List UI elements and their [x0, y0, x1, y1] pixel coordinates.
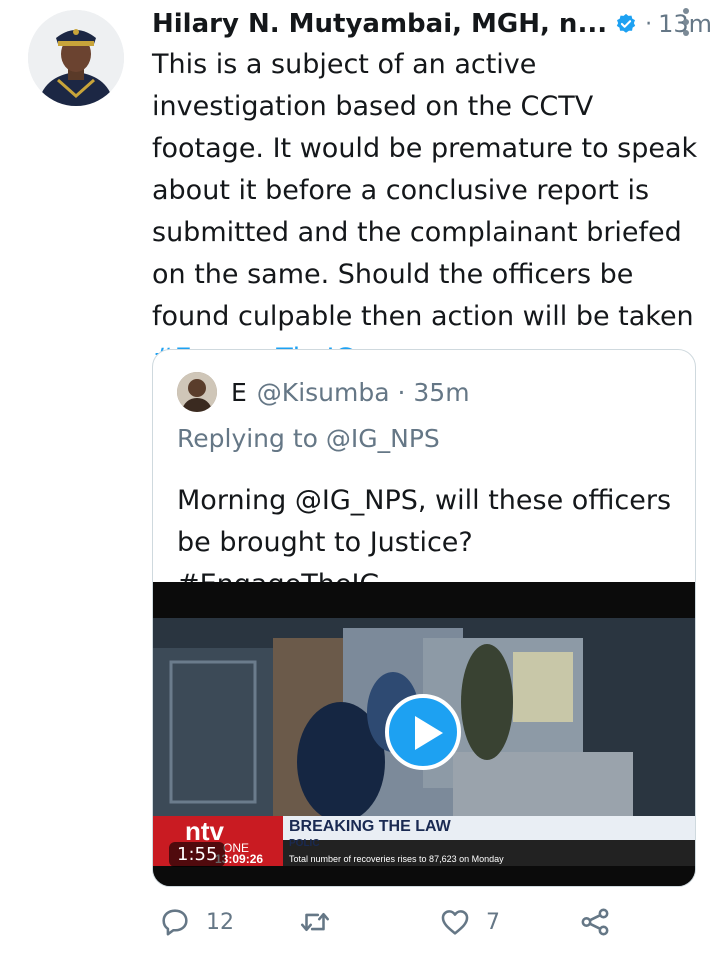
- play-button[interactable]: [385, 694, 461, 770]
- tweet-header: Hilary N. Mutyambai, MGH, n... · 13m: [152, 4, 712, 44]
- heart-icon: [441, 910, 469, 935]
- author-avatar[interactable]: [28, 10, 124, 106]
- quoted-author-handle[interactable]: @Kisumba · 35m: [257, 378, 470, 407]
- reply-icon: [162, 909, 188, 936]
- share-icon: [581, 908, 609, 936]
- more-options-icon[interactable]: [682, 8, 690, 38]
- play-icon: [415, 716, 443, 750]
- reply-count: 12: [206, 909, 234, 935]
- quoted-author-name[interactable]: E: [231, 378, 247, 407]
- author-name[interactable]: Hilary N. Mutyambai, MGH, n...: [152, 9, 607, 39]
- tweet-text: This is a subject of an active investiga…: [152, 44, 712, 380]
- replying-to[interactable]: Replying to @IG_NPS: [177, 424, 440, 453]
- separator-dot: ·: [645, 11, 653, 37]
- news-headline: BREAKING THE LAW: [289, 818, 451, 835]
- like-button[interactable]: 7: [438, 905, 500, 939]
- like-count: 7: [486, 909, 500, 935]
- quoted-tweet[interactable]: E @Kisumba · 35m Replying to @IG_NPS Mor…: [152, 349, 696, 887]
- retweet-button[interactable]: [298, 905, 346, 939]
- retweet-icon: [300, 912, 330, 932]
- verified-badge-icon: [616, 13, 636, 33]
- tweet-actions: 12 7: [152, 905, 712, 949]
- video-duration: 1:55: [169, 842, 226, 867]
- quoted-author-avatar[interactable]: [177, 372, 217, 412]
- video-player[interactable]: ntv ONE 13:09:26 BREAKING THE LAW POLIC …: [153, 582, 695, 886]
- reply-button[interactable]: 12: [158, 905, 234, 939]
- tweet-body: This is a subject of an active investiga…: [152, 49, 698, 332]
- quoted-tweet-header: E @Kisumba · 35m: [177, 372, 470, 412]
- share-button[interactable]: [578, 905, 612, 939]
- news-sub-label: POLIC: [289, 838, 320, 849]
- news-ticker: Total number of recoveries rises to 87,6…: [289, 854, 504, 864]
